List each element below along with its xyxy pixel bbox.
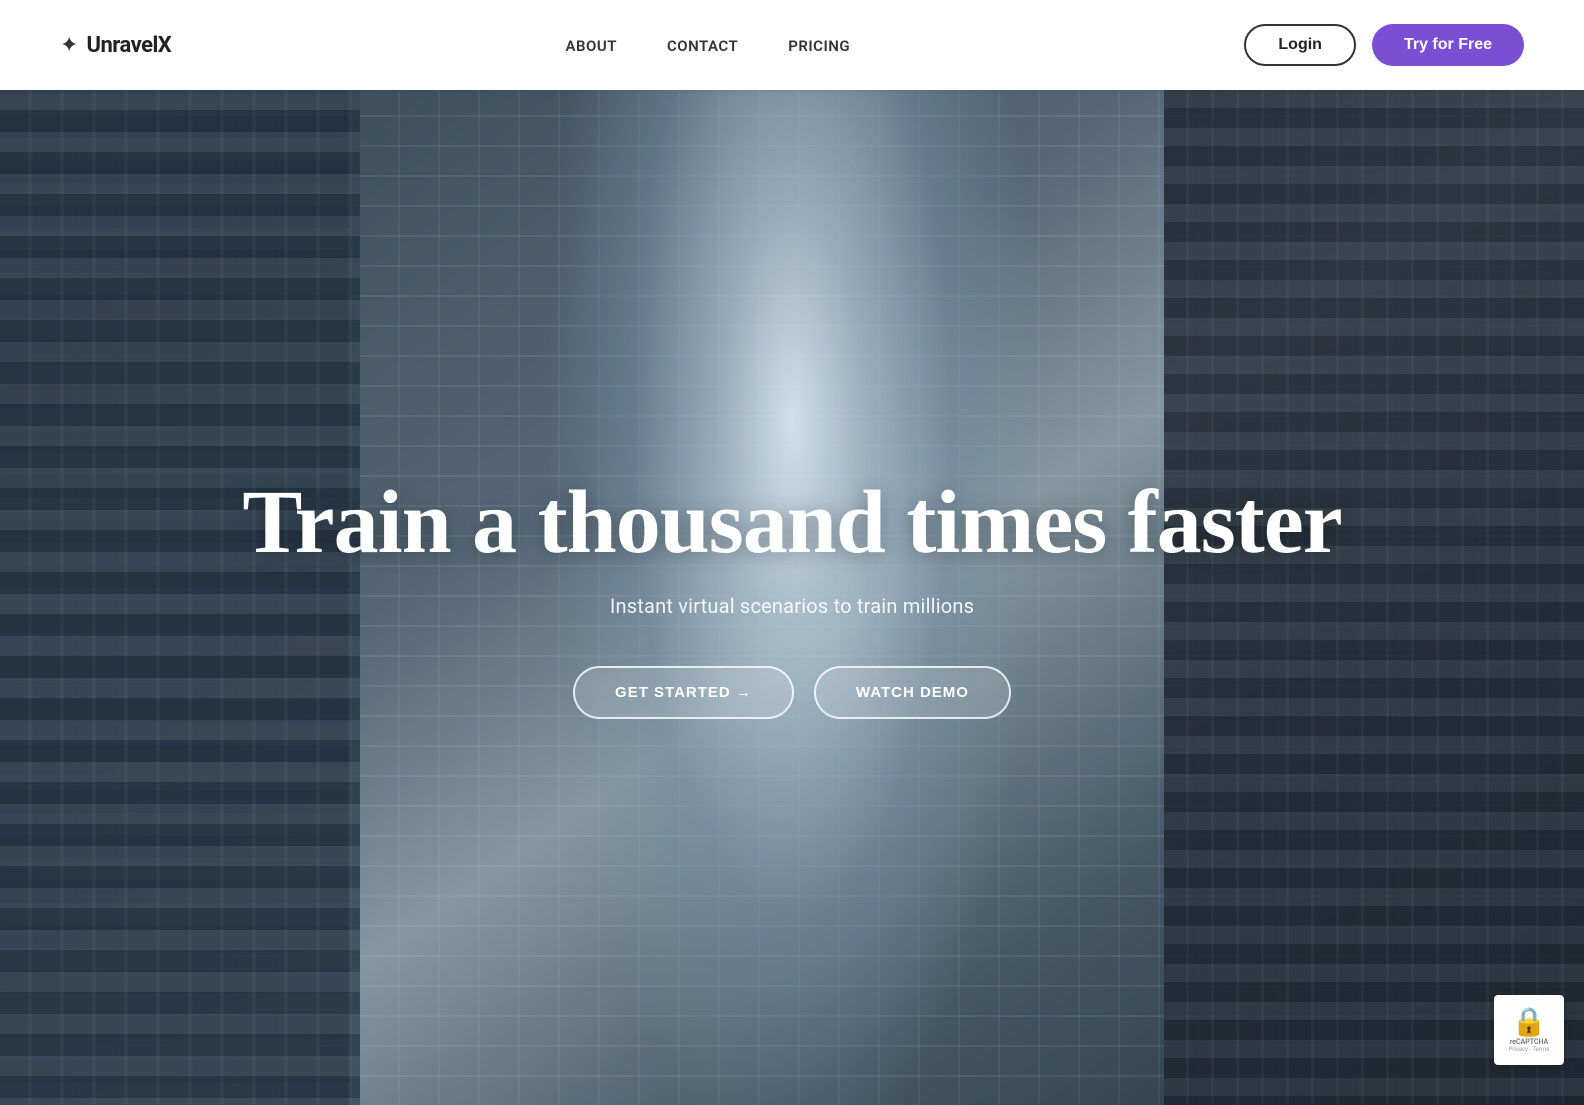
try-free-button[interactable]: Try for Free xyxy=(1372,24,1524,66)
brand-logo[interactable]: ✦ UnravelX xyxy=(60,33,171,58)
nav-links: ABOUT CONTACT PRICING xyxy=(566,36,851,55)
nav-about[interactable]: ABOUT xyxy=(566,37,617,55)
get-started-button[interactable]: GET STARTED → xyxy=(573,666,794,719)
hero-buttons: GET STARTED → WATCH DEMO xyxy=(242,666,1341,719)
recaptcha-badge: 🔒 reCAPTCHA Privacy - Terms xyxy=(1494,995,1564,1065)
hero-content: Train a thousand times faster Instant vi… xyxy=(242,386,1341,720)
brand-icon: ✦ xyxy=(60,33,78,58)
recaptcha-icon: 🔒 xyxy=(1512,1008,1547,1036)
hero-section: Train a thousand times faster Instant vi… xyxy=(0,0,1584,1105)
nav-pricing[interactable]: PRICING xyxy=(788,37,850,55)
login-button[interactable]: Login xyxy=(1244,24,1356,66)
recaptcha-label: reCAPTCHA xyxy=(1510,1038,1548,1046)
navbar: ✦ UnravelX ABOUT CONTACT PRICING Login T… xyxy=(0,0,1584,90)
watch-demo-button[interactable]: WATCH DEMO xyxy=(814,666,1011,719)
hero-subtitle: Instant virtual scenarios to train milli… xyxy=(242,594,1341,618)
nav-contact[interactable]: CONTACT xyxy=(667,37,738,55)
brand-name: UnravelX xyxy=(86,33,171,58)
hero-title: Train a thousand times faster xyxy=(242,476,1341,571)
nav-actions: Login Try for Free xyxy=(1244,24,1524,66)
recaptcha-links: Privacy - Terms xyxy=(1509,1046,1550,1053)
